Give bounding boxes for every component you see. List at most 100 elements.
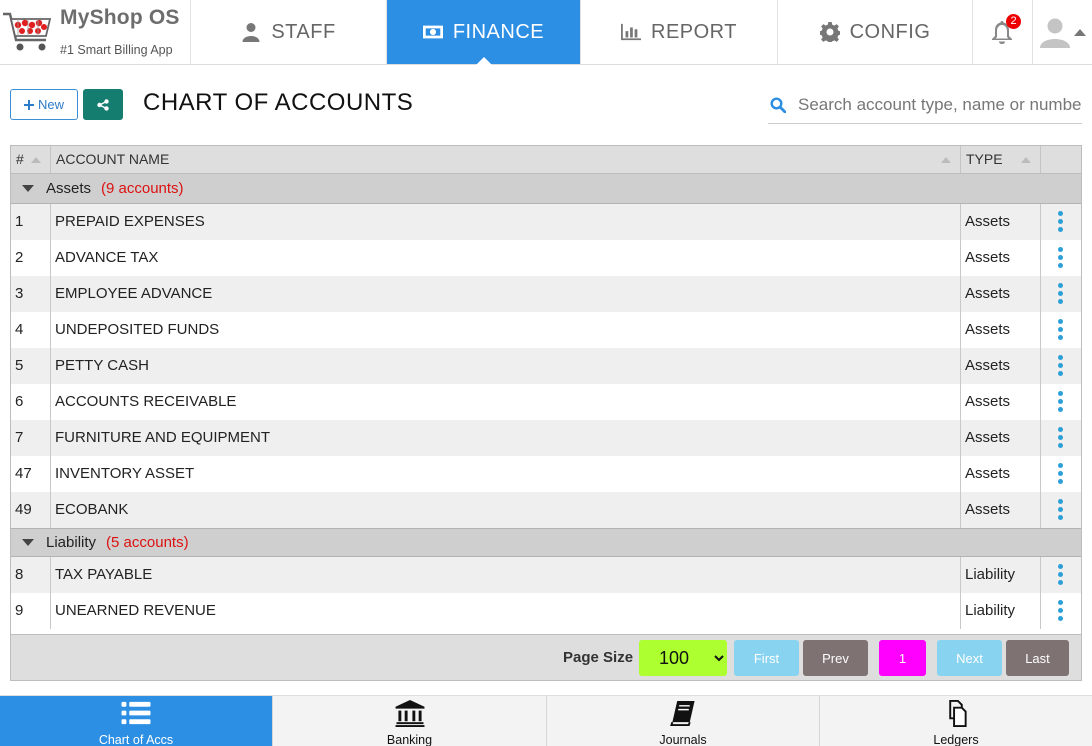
- group-count: (5 accounts): [106, 534, 189, 551]
- bottom-tab-label: Ledgers: [933, 733, 979, 746]
- next-page-button[interactable]: Next: [937, 640, 1002, 676]
- table-row[interactable]: 7 FURNITURE AND EQUIPMENT Assets: [11, 420, 1081, 456]
- more-vertical-icon[interactable]: [1058, 211, 1064, 235]
- current-page-button[interactable]: 1: [879, 640, 926, 676]
- plus-icon: [23, 99, 34, 110]
- more-vertical-icon[interactable]: [1058, 499, 1064, 523]
- more-vertical-icon[interactable]: [1058, 600, 1064, 624]
- notifications-button[interactable]: 2: [973, 0, 1033, 64]
- book-icon: [670, 700, 695, 727]
- cell-actions: [1041, 312, 1081, 348]
- tab-config[interactable]: CONFIG: [778, 0, 973, 64]
- new-account-button[interactable]: New: [10, 89, 78, 120]
- more-vertical-icon[interactable]: [1058, 319, 1064, 343]
- table-row[interactable]: 1 PREPAID EXPENSES Assets: [11, 204, 1081, 240]
- cell-account-name: EMPLOYEE ADVANCE: [51, 276, 961, 312]
- cell-type: Assets: [961, 456, 1041, 492]
- search-input[interactable]: [798, 92, 1082, 118]
- cell-account-name: PETTY CASH: [51, 348, 961, 384]
- new-button-label: New: [37, 97, 64, 112]
- more-vertical-icon[interactable]: [1058, 247, 1064, 271]
- user-menu[interactable]: [1033, 0, 1092, 64]
- cell-number: 1: [11, 204, 51, 240]
- cell-actions: [1041, 456, 1081, 492]
- gear-icon: [819, 22, 840, 42]
- tab-report[interactable]: REPORT: [581, 0, 778, 64]
- tab-staff[interactable]: STAFF: [191, 0, 387, 64]
- last-page-button[interactable]: Last: [1006, 640, 1069, 676]
- user-icon: [242, 23, 260, 42]
- tab-finance-label: FINANCE: [452, 20, 545, 43]
- column-header-type[interactable]: TYPE: [961, 146, 1041, 173]
- group-name: Liability: [46, 534, 97, 551]
- cell-account-name: TAX PAYABLE: [51, 557, 961, 593]
- cell-account-name: ECOBANK: [51, 492, 961, 528]
- sort-asc-icon: [941, 157, 951, 163]
- brand[interactable]: MyShop OS #1 Smart Billing App: [0, 0, 191, 64]
- cell-actions: [1041, 492, 1081, 528]
- bottom-tab-label: Banking: [386, 733, 433, 746]
- table-row[interactable]: 2 ADVANCE TAX Assets: [11, 240, 1081, 276]
- cell-type: Assets: [961, 240, 1041, 276]
- cell-type: Assets: [961, 276, 1041, 312]
- cell-number: 47: [11, 456, 51, 492]
- cell-actions: [1041, 276, 1081, 312]
- app-tagline: #1 Smart Billing App: [60, 43, 173, 57]
- notification-count-badge: 2: [1006, 14, 1021, 29]
- page-size-select[interactable]: 100: [639, 640, 727, 676]
- cell-number: 4: [11, 312, 51, 348]
- cell-actions: [1041, 348, 1081, 384]
- caret-up-icon: [1074, 29, 1086, 36]
- bottom-tab-journals[interactable]: Journals: [547, 696, 820, 746]
- table-row[interactable]: 4 UNDEPOSITED FUNDS Assets: [11, 312, 1081, 348]
- table-row[interactable]: 5 PETTY CASH Assets: [11, 348, 1081, 384]
- more-vertical-icon[interactable]: [1058, 283, 1064, 307]
- table-body: Assets (9 accounts) 1 PREPAID EXPENSES A…: [11, 174, 1081, 634]
- top-navbar: MyShop OS #1 Smart Billing App STAFF FIN…: [0, 0, 1092, 65]
- bar-chart-icon: [621, 23, 641, 41]
- table-row[interactable]: 9 UNEARNED REVENUE Liability: [11, 593, 1081, 629]
- bottom-tab-chart-of-accounts[interactable]: Chart of Accs: [0, 696, 273, 746]
- cell-type: Liability: [961, 557, 1041, 593]
- bottom-tab-ledgers[interactable]: Ledgers: [820, 696, 1092, 746]
- table-row[interactable]: 49 ECOBANK Assets: [11, 492, 1081, 528]
- account-search: [768, 86, 1082, 124]
- table-row[interactable]: 3 EMPLOYEE ADVANCE Assets: [11, 276, 1081, 312]
- cell-actions: [1041, 593, 1081, 629]
- money-icon: [422, 25, 443, 39]
- more-vertical-icon[interactable]: [1058, 564, 1064, 588]
- pagination-bar: Page Size 100 First Prev 1 Next Last: [11, 634, 1081, 680]
- group-header-liability[interactable]: Liability (5 accounts): [11, 528, 1081, 557]
- bottom-tab-banking[interactable]: Banking: [273, 696, 547, 746]
- cell-actions: [1041, 240, 1081, 276]
- cell-account-name: INVENTORY ASSET: [51, 456, 961, 492]
- table-row[interactable]: 6 ACCOUNTS RECEIVABLE Assets: [11, 384, 1081, 420]
- cell-type: Assets: [961, 312, 1041, 348]
- more-vertical-icon[interactable]: [1058, 391, 1064, 415]
- sort-asc-icon: [31, 157, 41, 163]
- sort-asc-icon: [1021, 157, 1031, 163]
- prev-page-button[interactable]: Prev: [803, 640, 868, 676]
- cell-actions: [1041, 557, 1081, 593]
- cell-account-name: ACCOUNTS RECEIVABLE: [51, 384, 961, 420]
- tab-finance[interactable]: FINANCE: [387, 0, 581, 65]
- more-vertical-icon[interactable]: [1058, 427, 1064, 451]
- cell-account-name: PREPAID EXPENSES: [51, 204, 961, 240]
- more-vertical-icon[interactable]: [1058, 355, 1064, 379]
- column-header-number[interactable]: #: [11, 146, 51, 173]
- share-button[interactable]: [83, 89, 123, 120]
- cell-number: 49: [11, 492, 51, 528]
- bank-icon: [395, 700, 424, 727]
- copy-icon: [949, 700, 967, 727]
- cell-number: 2: [11, 240, 51, 276]
- cell-number: 5: [11, 348, 51, 384]
- group-header-assets[interactable]: Assets (9 accounts): [11, 174, 1081, 204]
- first-page-button[interactable]: First: [734, 640, 799, 676]
- table-row[interactable]: 8 TAX PAYABLE Liability: [11, 557, 1081, 593]
- avatar-icon: [1040, 18, 1070, 48]
- group-name: Assets: [46, 180, 92, 197]
- tab-config-label: CONFIG: [849, 20, 931, 43]
- more-vertical-icon[interactable]: [1058, 463, 1064, 487]
- column-header-account-name[interactable]: ACCOUNT NAME: [51, 146, 961, 173]
- table-row[interactable]: 47 INVENTORY ASSET Assets: [11, 456, 1081, 492]
